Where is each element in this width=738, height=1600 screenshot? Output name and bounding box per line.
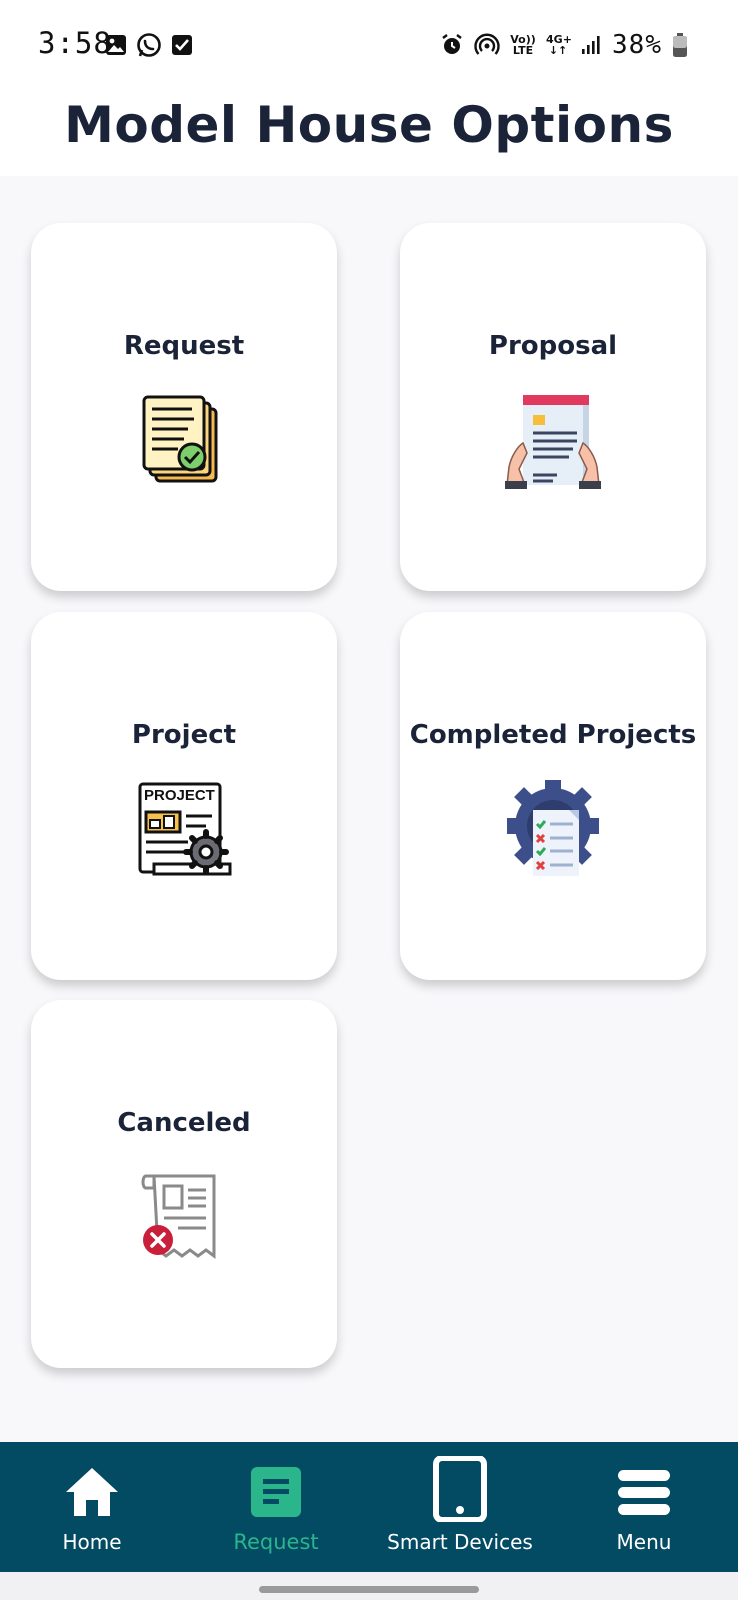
gear-checklist-icon	[507, 780, 599, 876]
nav-label-smart-devices: Smart Devices	[387, 1530, 533, 1554]
page-title: Model House Options	[64, 96, 674, 154]
nav-label-request: Request	[233, 1530, 319, 1554]
status-time: 3:58	[38, 26, 112, 60]
tablet-icon	[433, 1456, 487, 1522]
status-bar: 3:58 Vo)) LTE 4G+ ↓↑ 38%	[0, 0, 738, 88]
request-list-icon	[251, 1467, 301, 1517]
card-label: Project	[131, 720, 237, 750]
completed-projects-card[interactable]: Completed Projects	[400, 612, 706, 980]
data-indicator: 4G+ ↓↑	[546, 33, 572, 57]
header: Model House Options	[0, 88, 738, 176]
nav-label-home: Home	[62, 1530, 122, 1554]
hands-holding-document-icon	[505, 395, 601, 489]
nav-item-smart-devices[interactable]: Smart Devices	[368, 1442, 552, 1572]
signal-icon	[582, 36, 600, 54]
system-status-icons: Vo)) LTE 4G+ ↓↑ 38%	[440, 30, 688, 60]
card-label: Canceled	[117, 1108, 251, 1138]
volte-indicator: Vo)) LTE	[510, 33, 536, 57]
battery-icon	[673, 33, 687, 57]
card-label: Completed Projects	[409, 720, 697, 750]
project-icon-text: PROJECT	[144, 787, 215, 804]
nav-item-home[interactable]: Home	[0, 1442, 184, 1572]
gesture-handle[interactable]	[259, 1586, 479, 1593]
nav-item-request[interactable]: Request	[184, 1442, 368, 1572]
card-label: Request	[123, 331, 245, 361]
request-card[interactable]: Request	[31, 223, 337, 591]
nav-item-menu[interactable]: Menu	[552, 1442, 736, 1572]
documents-check-icon	[142, 395, 218, 483]
system-gesture-bar	[0, 1572, 738, 1600]
canceled-card[interactable]: Canceled	[31, 1000, 337, 1368]
notification-icons	[104, 32, 194, 58]
hotspot-icon	[474, 33, 500, 55]
data-arrows-icon: ↓↑	[548, 44, 568, 57]
project-card[interactable]: Project PROJECT	[31, 612, 337, 980]
receipt-canceled-icon	[141, 1174, 216, 1259]
project-document-gear-icon: PROJECT	[138, 782, 232, 876]
checkbox-notification-icon	[172, 35, 192, 55]
battery-percent: 38%	[612, 30, 662, 60]
whatsapp-icon	[137, 33, 161, 57]
proposal-card[interactable]: Proposal	[400, 223, 706, 591]
gallery-icon	[106, 35, 126, 55]
alarm-icon	[442, 34, 462, 54]
menu-icon	[618, 1470, 670, 1515]
bottom-navigation: Home Request Smart Devices Menu	[0, 1442, 738, 1572]
home-icon	[66, 1468, 118, 1516]
nav-label-menu: Menu	[616, 1530, 672, 1554]
card-label: Proposal	[488, 331, 618, 361]
